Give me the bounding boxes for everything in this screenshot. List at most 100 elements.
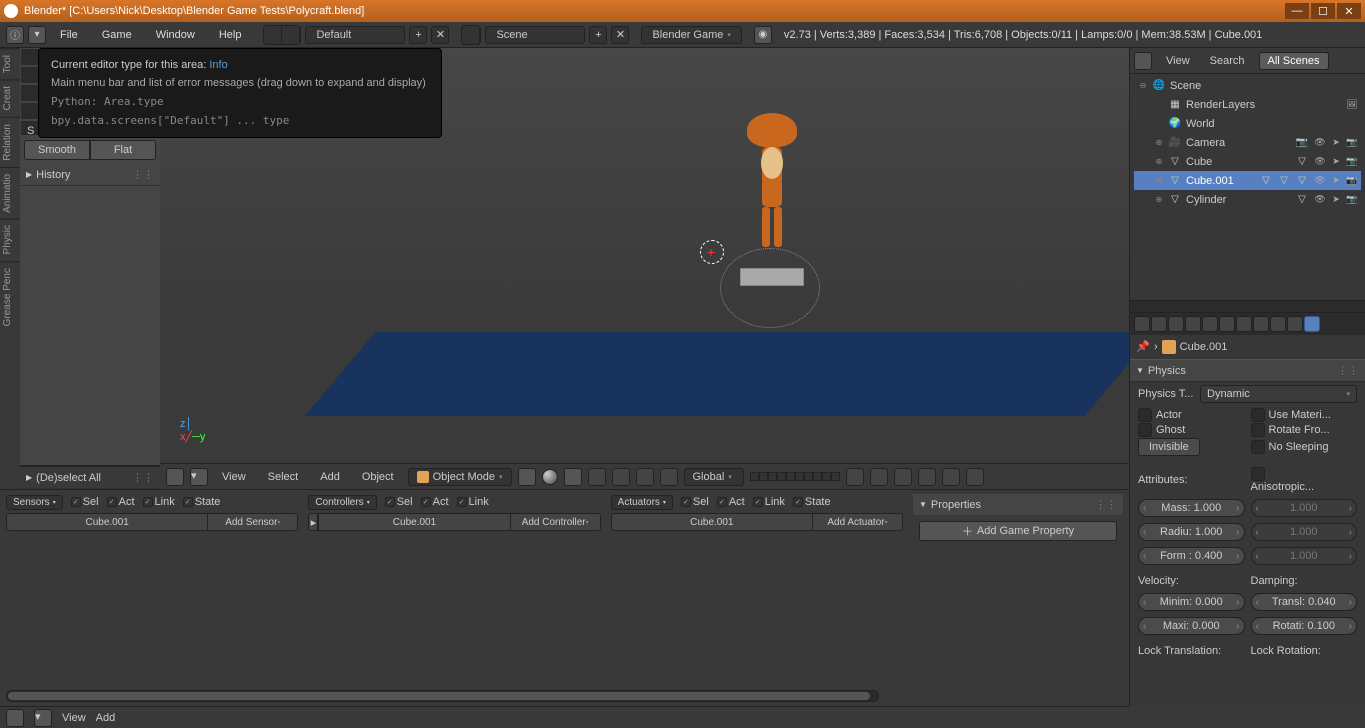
collapse-icon[interactable]: ▾ xyxy=(34,709,52,727)
render-engine-select[interactable]: Blender Game xyxy=(641,26,741,44)
add-scene-button[interactable]: + xyxy=(589,26,607,44)
tab-constraints[interactable] xyxy=(1219,316,1235,332)
add-actuator-button[interactable]: Add Actuator xyxy=(813,513,903,531)
tab-render[interactable] xyxy=(1134,316,1150,332)
eye-toggle-icon[interactable]: 👁 xyxy=(1313,193,1327,207)
link-checkbox[interactable]: ✓ xyxy=(143,497,153,507)
act-checkbox[interactable]: ✓ xyxy=(107,497,117,507)
outliner-item-renderlayers[interactable]: ▦RenderLayers🖼 xyxy=(1134,95,1361,114)
sensors-dropdown[interactable]: Sensors xyxy=(6,495,63,510)
menu-view[interactable]: View xyxy=(62,712,86,724)
tab-create[interactable]: Creat xyxy=(0,79,20,116)
minimize-button[interactable]: — xyxy=(1285,3,1309,19)
rend-toggle-icon[interactable]: 📷 xyxy=(1345,136,1359,150)
layout-grid-icon[interactable] xyxy=(264,26,282,44)
expand-icon[interactable]: ▸ xyxy=(308,513,318,531)
menu-game[interactable]: Game xyxy=(92,26,142,44)
grip-icon[interactable]: ⋮⋮ xyxy=(1095,498,1117,511)
friction-z-field[interactable]: 1.000 xyxy=(1251,547,1358,565)
editor-type-icon[interactable] xyxy=(1134,52,1152,70)
no-sleeping-checkbox[interactable] xyxy=(1251,440,1265,454)
tab-physics[interactable] xyxy=(1304,316,1320,332)
tab-modifiers[interactable] xyxy=(1236,316,1252,332)
menu-add[interactable]: Add xyxy=(312,468,348,486)
render-icon[interactable] xyxy=(942,468,960,486)
expand-icon[interactable]: ⊕ xyxy=(1154,195,1164,204)
tab-scene[interactable] xyxy=(1168,316,1184,332)
pin-icon[interactable]: 📌 xyxy=(1136,340,1150,354)
add-sensor-button[interactable]: Add Sensor xyxy=(208,513,298,531)
cur-toggle-icon[interactable]: ➤ xyxy=(1329,136,1343,150)
actor-checkbox[interactable] xyxy=(1138,408,1152,422)
tab-render-layers[interactable] xyxy=(1151,316,1167,332)
menu-view[interactable]: View xyxy=(214,468,254,486)
deselect-panel[interactable]: ▶ (De)select All ⋮⋮ xyxy=(20,467,160,489)
mass-field[interactable]: Mass: 1.000 xyxy=(1138,499,1245,517)
manipulator-icon[interactable] xyxy=(588,468,606,486)
state-checkbox[interactable]: ✓ xyxy=(183,497,193,507)
outliner-item-scene[interactable]: ⊖🌐Scene xyxy=(1134,76,1361,95)
outliner-item-world[interactable]: 🌍World xyxy=(1134,114,1361,133)
eye-toggle-icon[interactable]: 👁 xyxy=(1313,155,1327,169)
layer-buttons[interactable] xyxy=(750,472,840,481)
friction-x-field[interactable]: 1.000 xyxy=(1251,499,1358,517)
ghost-checkbox[interactable] xyxy=(1138,423,1152,437)
sel-checkbox[interactable]: ✓ xyxy=(71,497,81,507)
outliner-item-cube-001[interactable]: ⊕▽Cube.001▽▽▽👁➤📷 xyxy=(1134,171,1361,190)
rotate-from-checkbox[interactable] xyxy=(1251,423,1265,437)
tab-data[interactable] xyxy=(1253,316,1269,332)
history-panel-header[interactable]: ▶ History ⋮⋮ xyxy=(20,164,160,186)
controllers-dropdown[interactable]: Controllers xyxy=(308,495,376,510)
maximize-button[interactable]: ☐ xyxy=(1311,3,1335,19)
eye-toggle-icon[interactable]: 👁 xyxy=(1313,136,1327,150)
grip-icon[interactable]: ⋮⋮ xyxy=(132,471,154,484)
lock-camera-icon[interactable] xyxy=(846,468,864,486)
game-properties-header[interactable]: ▼ Properties ⋮⋮ xyxy=(913,494,1123,515)
shading-icon[interactable] xyxy=(518,468,536,486)
breadcrumb-object[interactable]: Cube.001 xyxy=(1180,341,1228,353)
add-layout-button[interactable]: + xyxy=(409,26,427,44)
grip-icon[interactable]: ⋮⋮ xyxy=(1337,364,1359,377)
velocity-min-field[interactable]: Minim: 0.000 xyxy=(1138,593,1245,611)
tab-physics[interactable]: Physic xyxy=(0,218,20,260)
actuator-object-name[interactable]: Cube.001 xyxy=(611,513,813,531)
outliner-item-cube[interactable]: ⊕▽Cube▽👁➤📷 xyxy=(1134,152,1361,171)
cur-toggle-icon[interactable]: ➤ xyxy=(1329,155,1343,169)
expand-icon[interactable]: ⊖ xyxy=(1138,81,1148,90)
cur-toggle-icon[interactable]: ➤ xyxy=(1329,174,1343,188)
scene-select[interactable]: Scene xyxy=(485,26,585,44)
tab-texture[interactable] xyxy=(1287,316,1303,332)
editor-type-icon[interactable] xyxy=(6,709,24,727)
menu-select[interactable]: Select xyxy=(260,468,307,486)
friction-y-field[interactable]: 1.000 xyxy=(1251,523,1358,541)
shade-smooth-button[interactable]: Smooth xyxy=(24,140,90,160)
scale-icon[interactable] xyxy=(660,468,678,486)
transform-orientation-select[interactable]: Global xyxy=(684,468,744,486)
menu-help[interactable]: Help xyxy=(209,26,252,44)
editor-type-icon[interactable]: ⓘ xyxy=(6,26,24,44)
delete-layout-button[interactable]: ✕ xyxy=(431,26,449,44)
tab-grease-pencil[interactable]: Grease Penc xyxy=(0,261,20,332)
logic-scrollbar[interactable] xyxy=(6,690,879,702)
menu-window[interactable]: Window xyxy=(146,26,205,44)
actuators-dropdown[interactable]: Actuators xyxy=(611,495,673,510)
outliner-display-mode[interactable]: All Scenes xyxy=(1259,52,1329,70)
form-factor-field[interactable]: Form : 0.400 xyxy=(1138,547,1245,565)
cur-toggle-icon[interactable]: ➤ xyxy=(1329,193,1343,207)
use-material-checkbox[interactable] xyxy=(1251,408,1265,422)
delete-scene-button[interactable]: ✕ xyxy=(611,26,629,44)
rend-toggle-icon[interactable]: 📷 xyxy=(1345,174,1359,188)
outliner-item-cylinder[interactable]: ⊕▽Cylinder▽👁➤📷 xyxy=(1134,190,1361,209)
close-button[interactable]: ✕ xyxy=(1337,3,1361,19)
pivot-icon[interactable] xyxy=(564,468,582,486)
outliner-item-camera[interactable]: ⊕🎥Camera📷👁➤📷 xyxy=(1134,133,1361,152)
viewport-shading-icon[interactable] xyxy=(542,469,558,485)
tab-material[interactable] xyxy=(1270,316,1286,332)
tab-animation[interactable]: Animatio xyxy=(0,167,20,219)
tab-relations[interactable]: Relation xyxy=(0,117,20,167)
outliner-scrollbar[interactable] xyxy=(1130,300,1365,312)
expand-icon[interactable]: ⊕ xyxy=(1154,138,1164,147)
rend-toggle-icon[interactable]: 📷 xyxy=(1345,193,1359,207)
anisotropic-checkbox[interactable] xyxy=(1251,467,1265,481)
tab-world[interactable] xyxy=(1185,316,1201,332)
